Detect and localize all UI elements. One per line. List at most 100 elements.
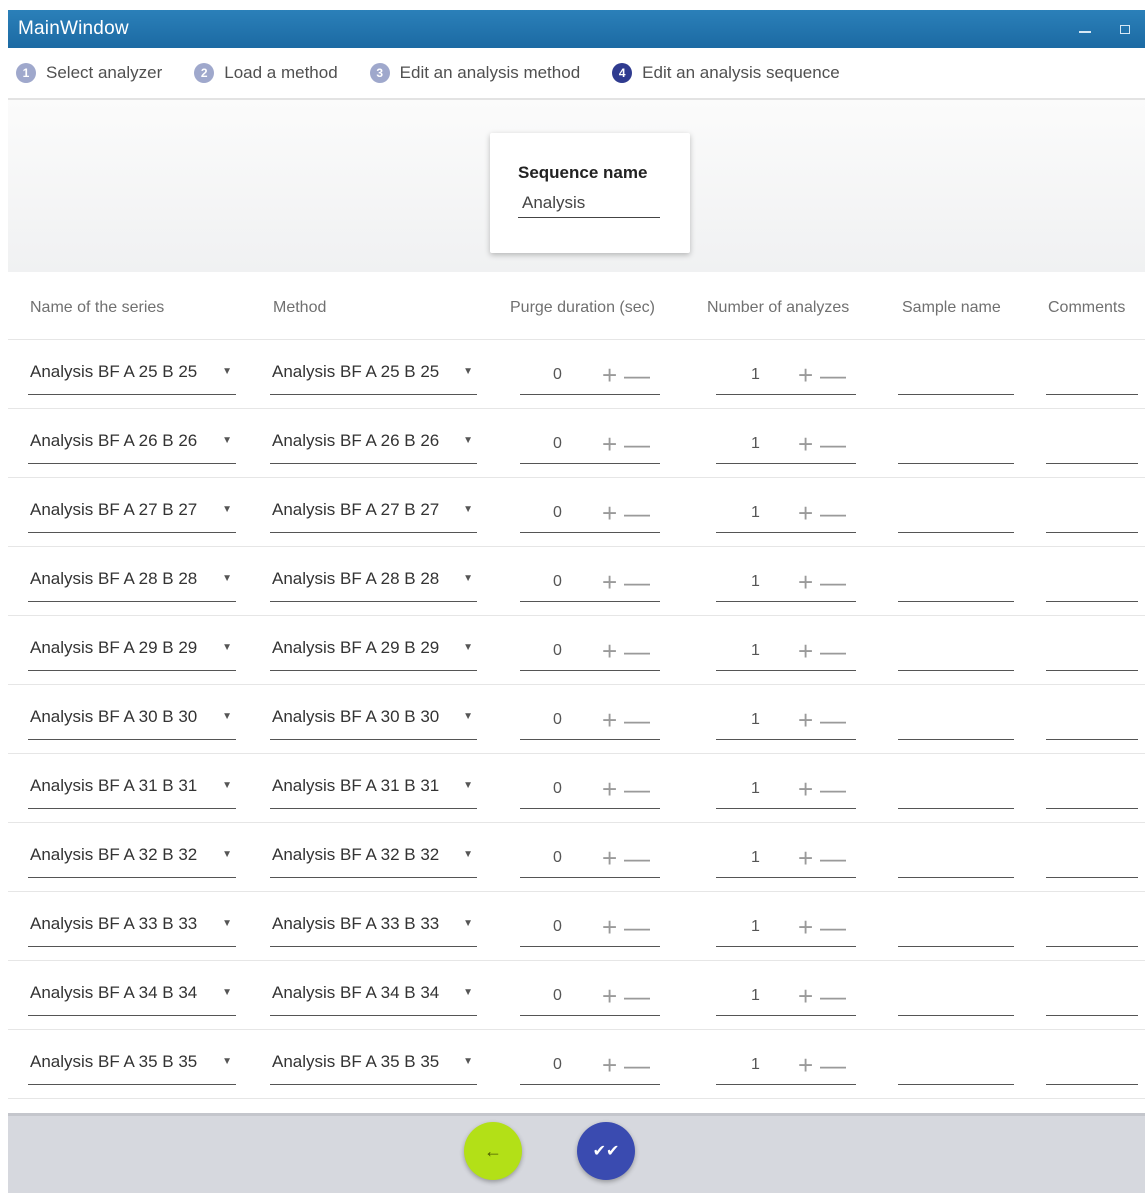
sample-name-input[interactable] [898,914,1014,947]
plus-icon[interactable]: + [602,500,617,526]
sequence-name-input[interactable]: Analysis [518,193,660,218]
plus-icon[interactable]: + [602,362,617,388]
plus-icon[interactable]: + [798,569,813,595]
comments-input[interactable] [1046,914,1138,947]
minus-icon[interactable]: — [624,569,650,595]
minus-icon[interactable]: — [820,707,846,733]
sample-name-input[interactable] [898,569,1014,602]
analyses-count-stepper[interactable]: 1 + — [716,500,856,533]
series-dropdown[interactable]: Analysis BF A 34 B 34 ▼ [28,983,236,1016]
method-dropdown[interactable]: Analysis BF A 27 B 27 ▼ [270,500,477,533]
restore-icon[interactable] [1105,10,1145,48]
series-dropdown[interactable]: Analysis BF A 30 B 30 ▼ [28,707,236,740]
comments-input[interactable] [1046,845,1138,878]
series-dropdown[interactable]: Analysis BF A 26 B 26 ▼ [28,431,236,464]
purge-duration-stepper[interactable]: 0 + — [520,983,660,1016]
plus-icon[interactable]: + [602,707,617,733]
minus-icon[interactable]: — [820,500,846,526]
plus-icon[interactable]: + [602,1052,617,1078]
purge-duration-stepper[interactable]: 0 + — [520,914,660,947]
minus-icon[interactable]: — [820,845,846,871]
plus-icon[interactable]: + [798,707,813,733]
minus-icon[interactable]: — [820,1052,846,1078]
minus-icon[interactable]: — [624,914,650,940]
minus-icon[interactable]: — [624,638,650,664]
minimize-icon[interactable] [1065,10,1105,48]
minus-icon[interactable]: — [624,1052,650,1078]
purge-duration-stepper[interactable]: 0 + — [520,500,660,533]
plus-icon[interactable]: + [798,362,813,388]
purge-duration-stepper[interactable]: 0 + — [520,431,660,464]
comments-input[interactable] [1046,638,1138,671]
minus-icon[interactable]: — [820,569,846,595]
series-dropdown[interactable]: Analysis BF A 33 B 33 ▼ [28,914,236,947]
analyses-count-stepper[interactable]: 1 + — [716,431,856,464]
plus-icon[interactable]: + [798,776,813,802]
minus-icon[interactable]: — [820,362,846,388]
comments-input[interactable] [1046,1052,1138,1085]
series-dropdown[interactable]: Analysis BF A 28 B 28 ▼ [28,569,236,602]
purge-duration-stepper[interactable]: 0 + — [520,776,660,809]
analyses-count-stepper[interactable]: 1 + — [716,638,856,671]
plus-icon[interactable]: + [798,431,813,457]
minus-icon[interactable]: — [820,983,846,1009]
plus-icon[interactable]: + [602,845,617,871]
plus-icon[interactable]: + [602,431,617,457]
sample-name-input[interactable] [898,707,1014,740]
sample-name-input[interactable] [898,845,1014,878]
method-dropdown[interactable]: Analysis BF A 35 B 35 ▼ [270,1052,477,1085]
series-dropdown[interactable]: Analysis BF A 32 B 32 ▼ [28,845,236,878]
series-dropdown[interactable]: Analysis BF A 31 B 31 ▼ [28,776,236,809]
method-dropdown[interactable]: Analysis BF A 30 B 30 ▼ [270,707,477,740]
minus-icon[interactable]: — [624,362,650,388]
analyses-count-stepper[interactable]: 1 + — [716,845,856,878]
purge-duration-stepper[interactable]: 0 + — [520,845,660,878]
minus-icon[interactable]: — [820,914,846,940]
step-load-method[interactable]: 2 Load a method [194,63,338,83]
method-dropdown[interactable]: Analysis BF A 33 B 33 ▼ [270,914,477,947]
plus-icon[interactable]: + [602,914,617,940]
method-dropdown[interactable]: Analysis BF A 32 B 32 ▼ [270,845,477,878]
step-edit-analysis-method[interactable]: 3 Edit an analysis method [369,63,580,83]
plus-icon[interactable]: + [602,776,617,802]
minus-icon[interactable]: — [820,638,846,664]
minus-icon[interactable]: — [624,983,650,1009]
validate-button[interactable]: ✔✔ [577,1122,635,1180]
analyses-count-stepper[interactable]: 1 + — [716,1052,856,1085]
plus-icon[interactable]: + [602,983,617,1009]
comments-input[interactable] [1046,776,1138,809]
minus-icon[interactable]: — [624,431,650,457]
method-dropdown[interactable]: Analysis BF A 25 B 25 ▼ [270,362,477,395]
method-dropdown[interactable]: Analysis BF A 34 B 34 ▼ [270,983,477,1016]
plus-icon[interactable]: + [798,845,813,871]
sample-name-input[interactable] [898,983,1014,1016]
back-button[interactable]: ← [464,1122,522,1180]
minus-icon[interactable]: — [820,431,846,457]
purge-duration-stepper[interactable]: 0 + — [520,569,660,602]
comments-input[interactable] [1046,707,1138,740]
analyses-count-stepper[interactable]: 1 + — [716,914,856,947]
analyses-count-stepper[interactable]: 1 + — [716,776,856,809]
minus-icon[interactable]: — [624,776,650,802]
plus-icon[interactable]: + [602,569,617,595]
purge-duration-stepper[interactable]: 0 + — [520,638,660,671]
method-dropdown[interactable]: Analysis BF A 26 B 26 ▼ [270,431,477,464]
plus-icon[interactable]: + [798,500,813,526]
sample-name-input[interactable] [898,500,1014,533]
purge-duration-stepper[interactable]: 0 + — [520,1052,660,1085]
minus-icon[interactable]: — [624,500,650,526]
series-dropdown[interactable]: Analysis BF A 35 B 35 ▼ [28,1052,236,1085]
sample-name-input[interactable] [898,431,1014,464]
minus-icon[interactable]: — [624,845,650,871]
step-edit-analysis-sequence[interactable]: 4 Edit an analysis sequence [612,63,840,83]
sample-name-input[interactable] [898,638,1014,671]
analyses-count-stepper[interactable]: 1 + — [716,707,856,740]
plus-icon[interactable]: + [798,983,813,1009]
series-dropdown[interactable]: Analysis BF A 25 B 25 ▼ [28,362,236,395]
minus-icon[interactable]: — [820,776,846,802]
purge-duration-stepper[interactable]: 0 + — [520,707,660,740]
analyses-count-stepper[interactable]: 1 + — [716,983,856,1016]
plus-icon[interactable]: + [602,638,617,664]
analyses-count-stepper[interactable]: 1 + — [716,362,856,395]
comments-input[interactable] [1046,983,1138,1016]
